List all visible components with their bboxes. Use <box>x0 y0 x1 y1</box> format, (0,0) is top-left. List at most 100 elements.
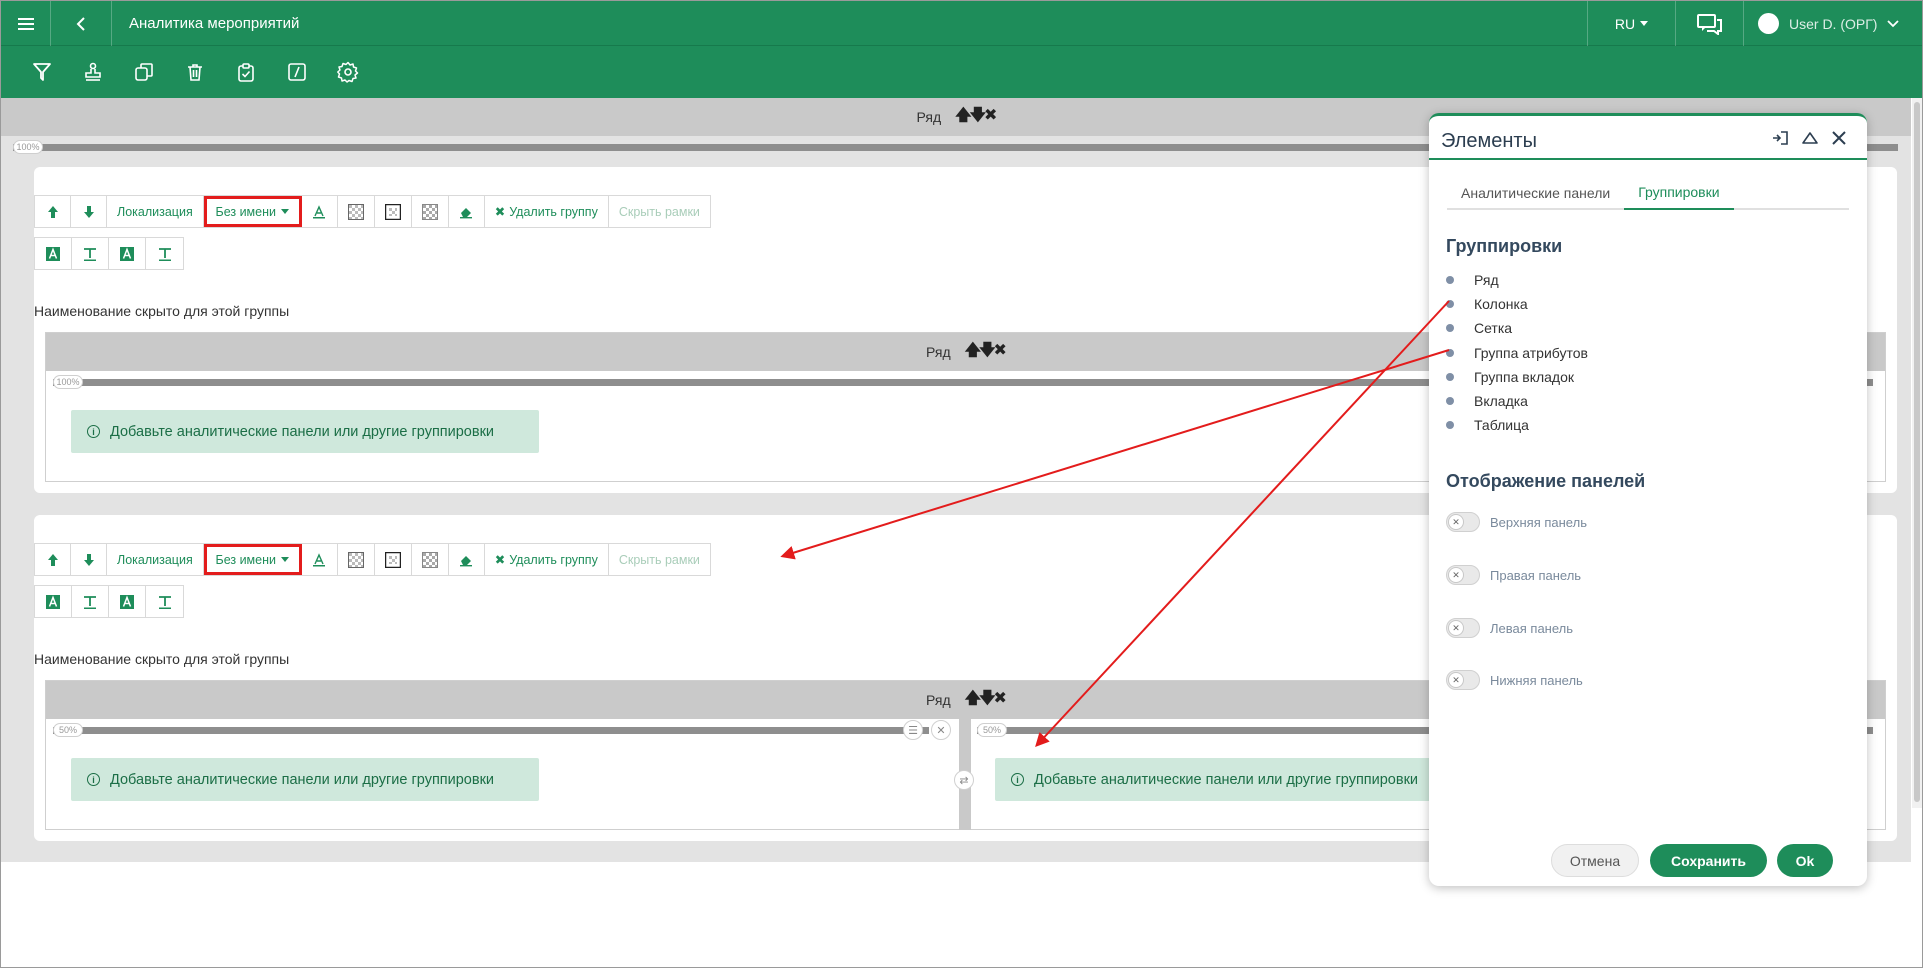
letter-a-filled-icon <box>46 246 60 261</box>
back-button[interactable] <box>51 1 112 46</box>
title-text-button[interactable] <box>72 586 109 617</box>
formula-button[interactable] <box>282 57 312 87</box>
delete-group-button[interactable]: ✖ Удалить группу <box>485 544 609 575</box>
hidden-name-label: Наименование скрыто для этой группы <box>34 651 290 667</box>
filter-button[interactable] <box>27 57 57 87</box>
stamp-icon <box>85 62 101 81</box>
subtitle-bg-button[interactable] <box>109 238 146 269</box>
chat-button[interactable] <box>1675 1 1743 46</box>
menu-button[interactable] <box>1 1 51 46</box>
app-header: Аналитика мероприятий RU User D. (ОРГ) <box>1 1 1922 46</box>
toggle-right-panel[interactable]: ✕ Правая панель <box>1446 565 1581 585</box>
cancel-button[interactable]: Отмена <box>1551 844 1639 877</box>
x-icon: ✕ <box>1448 567 1464 583</box>
toggle-label: Левая панель <box>1490 620 1574 636</box>
subtitle-bg-button[interactable] <box>109 586 146 617</box>
background-button-2[interactable] <box>375 544 412 575</box>
hide-frames-button[interactable]: Скрыть рамки <box>609 196 710 227</box>
title-text-button[interactable] <box>72 238 109 269</box>
dock-icon[interactable] <box>1771 130 1789 146</box>
subtitle-text-button[interactable] <box>146 238 183 269</box>
text-color-button[interactable] <box>302 544 338 575</box>
row-move-delete-icons[interactable]: 🡅🡇✖ <box>955 104 997 131</box>
localization-button[interactable]: Локализация <box>107 544 204 575</box>
info-icon: i <box>87 425 100 438</box>
save-button[interactable]: Сохранить <box>1650 844 1767 877</box>
close-icon: ✖ <box>494 553 506 567</box>
gear-icon <box>337 61 359 83</box>
grouping-label: Вкладка <box>1474 393 1528 410</box>
toggle-bottom-panel[interactable]: ✕ Нижняя панель <box>1446 670 1583 690</box>
grouping-item-table[interactable]: Таблица <box>1446 413 1588 437</box>
name-dropdown-label: Без имени <box>215 204 276 219</box>
grouping-item-column[interactable]: Колонка <box>1446 292 1588 316</box>
groupings-list: Ряд Колонка Сетка Группа атрибутов Групп… <box>1446 268 1588 437</box>
switch[interactable]: ✕ <box>1446 618 1480 638</box>
x-icon: ✕ <box>1448 672 1464 688</box>
vertical-scrollbar[interactable] <box>1912 98 1922 808</box>
background-button-1[interactable] <box>338 196 375 227</box>
title-bg-button[interactable] <box>35 586 72 617</box>
row-move-delete-icons[interactable]: 🡅🡇✖ <box>965 687 1007 714</box>
eraser-button[interactable] <box>449 544 485 575</box>
move-down-button[interactable] <box>71 544 107 575</box>
name-dropdown[interactable]: Без имени <box>203 196 302 227</box>
background-button-3[interactable] <box>412 196 449 227</box>
close-icon[interactable] <box>1831 130 1847 146</box>
background-button-1[interactable] <box>338 544 375 575</box>
grouping-item-attribute-group[interactable]: Группа атрибутов <box>1446 341 1588 365</box>
name-dropdown[interactable]: Без имени <box>203 544 302 575</box>
background-button-3[interactable] <box>412 544 449 575</box>
collapse-icon[interactable] <box>1801 130 1819 146</box>
grouping-item-grid[interactable]: Сетка <box>1446 316 1588 340</box>
copy-button[interactable] <box>129 57 159 87</box>
row-label: Ряд <box>916 109 942 125</box>
localization-button[interactable]: Локализация <box>107 196 204 227</box>
letter-a-filled-icon <box>120 246 134 261</box>
width-bar-col-1[interactable] <box>53 727 929 734</box>
checklist-button[interactable] <box>231 57 261 87</box>
user-menu[interactable]: User D. (ОРГ) <box>1743 1 1922 46</box>
text-color-button[interactable] <box>302 196 338 227</box>
group-toolbar-2: Локализация Без имени ✖ Удалить группу Ск… <box>34 543 711 576</box>
display-section-title: Отображение панелей <box>1446 471 1646 491</box>
scrollbar-thumb[interactable] <box>1914 102 1920 802</box>
switch[interactable]: ✕ <box>1446 670 1480 690</box>
language-selector[interactable]: RU <box>1587 1 1675 46</box>
width-percent-label: 50% <box>53 723 83 737</box>
hide-frames-button[interactable]: Скрыть рамки <box>609 544 710 575</box>
column-close-button[interactable]: ✕ <box>931 720 951 740</box>
letter-t-icon <box>158 247 171 261</box>
grouping-item-tab-group[interactable]: Группа вкладок <box>1446 365 1588 389</box>
checker-icon <box>347 551 364 568</box>
grouping-item-tab[interactable]: Вкладка <box>1446 389 1588 413</box>
subtitle-text-button[interactable] <box>146 586 183 617</box>
switch[interactable]: ✕ <box>1446 565 1480 585</box>
move-up-button[interactable] <box>35 196 71 227</box>
column-swap-button[interactable]: ⇄ <box>954 770 974 790</box>
delete-group-label: Удалить группу <box>509 204 598 219</box>
delete-group-button[interactable]: ✖ Удалить группу <box>485 196 609 227</box>
toggle-top-panel[interactable]: ✕ Верхняя панель <box>1446 512 1587 532</box>
grouping-item-row[interactable]: Ряд <box>1446 268 1588 292</box>
column-settings-button[interactable]: ☰ <box>903 720 923 740</box>
row-move-delete-icons[interactable]: 🡅🡇✖ <box>965 339 1007 366</box>
background-button-2[interactable] <box>375 196 412 227</box>
chat-icon <box>1696 13 1722 35</box>
toggle-left-panel[interactable]: ✕ Левая панель <box>1446 618 1573 638</box>
eraser-button[interactable] <box>449 196 485 227</box>
checker-icon <box>421 551 438 568</box>
empty-hint: i Добавьте аналитические панели или други… <box>995 758 1435 801</box>
move-down-button[interactable] <box>71 196 107 227</box>
title-bg-button[interactable] <box>35 238 72 269</box>
tab-groupings[interactable]: Группировки <box>1624 176 1734 210</box>
move-up-button[interactable] <box>35 544 71 575</box>
delete-button[interactable] <box>180 57 210 87</box>
settings-button[interactable] <box>333 57 363 87</box>
tab-analytic-panels[interactable]: Аналитические панели <box>1447 176 1624 210</box>
switch[interactable]: ✕ <box>1446 512 1480 532</box>
arrow-up-icon <box>47 553 58 566</box>
stamp-button[interactable] <box>78 57 108 87</box>
hint-text: Добавьте аналитические панели или другие… <box>110 771 495 788</box>
ok-button[interactable]: Ok <box>1777 844 1833 877</box>
